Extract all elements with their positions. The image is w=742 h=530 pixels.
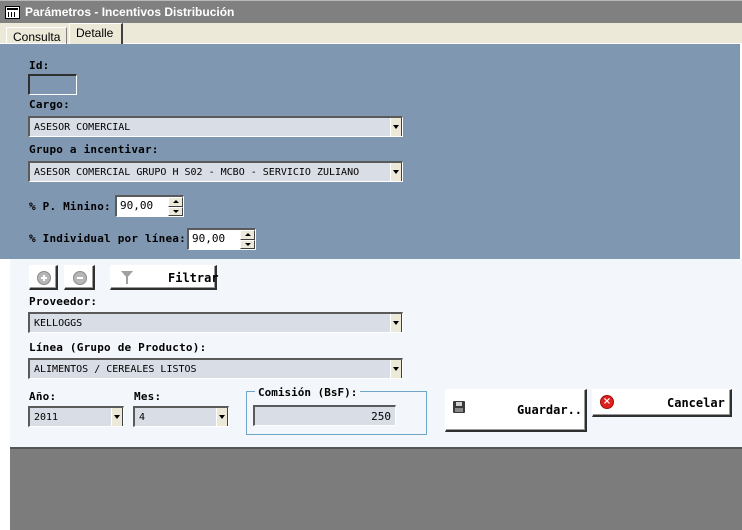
title-bar: Parámetros - Incentivos Distribución	[0, 0, 742, 23]
window-title: Parámetros - Incentivos Distribución	[25, 5, 235, 19]
chevron-down-icon[interactable]	[390, 314, 402, 332]
linea-label: Línea (Grupo de Producto):	[29, 341, 207, 354]
p-minino-label: % P. Minino:	[29, 200, 111, 213]
funnel-icon	[121, 271, 133, 284]
cargo-value: ASESOR COMERCIAL	[34, 122, 131, 133]
grupo-value: ASESOR COMERCIAL GRUPO H S02 - MCBO - SE…	[34, 167, 360, 178]
individual-spinner[interactable]: 90,00	[187, 228, 256, 250]
proveedor-label: Proveedor:	[29, 295, 98, 308]
chevron-down-icon[interactable]	[390, 360, 402, 378]
spin-up-icon[interactable]	[168, 197, 183, 207]
tab-detalle[interactable]: Detalle	[69, 23, 123, 45]
minus-circle-icon	[73, 271, 87, 285]
spin-down-icon[interactable]	[240, 239, 255, 249]
remove-button[interactable]	[64, 265, 95, 290]
guardar-label: Guardar..	[517, 403, 583, 417]
linea-select[interactable]: ALIMENTOS / CEREALES LISTOS	[28, 358, 403, 379]
cargo-select[interactable]: ASESOR COMERCIAL	[28, 116, 403, 137]
mes-value: 4	[139, 412, 146, 423]
plus-circle-icon	[37, 271, 51, 285]
proveedor-value: KELLOGGS	[34, 318, 83, 329]
individual-label: % Individual por línea:	[29, 232, 186, 245]
anio-label: Año:	[29, 390, 57, 403]
tab-strip: Consulta Detalle	[0, 23, 742, 45]
cargo-label: Cargo:	[29, 98, 70, 111]
results-grid-area	[10, 447, 742, 530]
proveedor-select[interactable]: KELLOGGS	[28, 312, 403, 333]
grupo-select[interactable]: ASESOR COMERCIAL GRUPO H S02 - MCBO - SE…	[28, 161, 403, 182]
cancelar-label: Cancelar	[667, 396, 725, 410]
mes-select[interactable]: 4	[133, 406, 229, 427]
mes-label: Mes:	[134, 390, 162, 403]
spin-down-icon[interactable]	[168, 206, 183, 216]
anio-select[interactable]: 2011	[28, 406, 124, 427]
tab-consulta[interactable]: Consulta	[6, 27, 68, 44]
cancel-x-icon: ×	[600, 395, 614, 409]
filtrar-label: Filtrar	[168, 271, 219, 285]
p-minino-spinner[interactable]: 90,00	[115, 195, 184, 217]
filtrar-button[interactable]: Filtrar	[110, 265, 219, 290]
spin-up-icon[interactable]	[240, 230, 255, 240]
anio-value: 2011	[34, 412, 59, 423]
linea-value: ALIMENTOS / CEREALES LISTOS	[34, 364, 197, 375]
chevron-down-icon[interactable]	[111, 408, 123, 426]
chevron-down-icon[interactable]	[390, 163, 402, 181]
floppy-disk-icon	[453, 401, 465, 413]
cancelar-button[interactable]: × Cancelar	[592, 389, 732, 417]
id-field[interactable]	[28, 74, 77, 95]
comision-label: Comisión (BsF):	[255, 386, 361, 399]
add-button[interactable]	[29, 265, 58, 290]
individual-value: 90,00	[192, 232, 226, 245]
comision-input[interactable]: 250	[253, 405, 396, 426]
chevron-down-icon[interactable]	[216, 408, 228, 426]
guardar-button[interactable]: Guardar..	[445, 389, 587, 432]
p-minino-value: 90,00	[120, 199, 154, 212]
calculator-icon	[5, 6, 20, 19]
chevron-down-icon[interactable]	[390, 118, 402, 136]
grupo-label: Grupo a incentivar:	[29, 143, 159, 156]
id-label: Id:	[29, 59, 50, 72]
